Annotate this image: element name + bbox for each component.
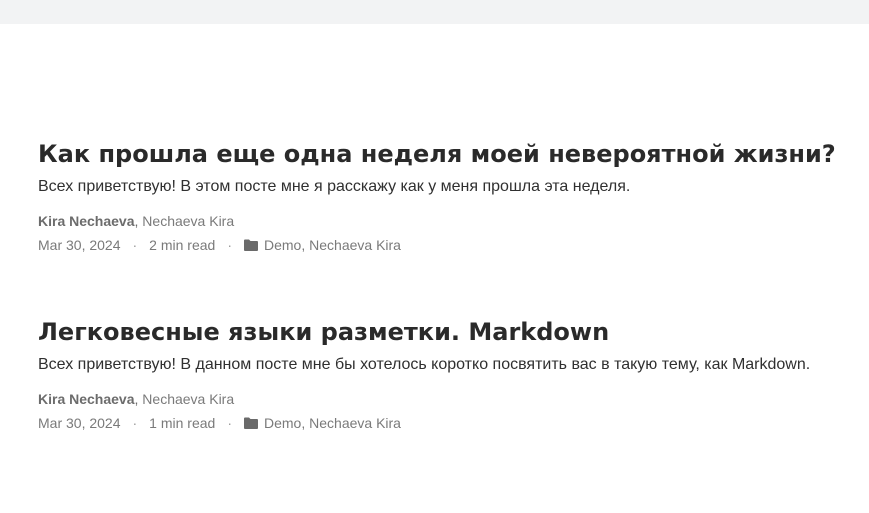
category-link[interactable]: Demo	[264, 235, 301, 255]
meta-separator: ·	[227, 237, 232, 253]
post-card: Как прошла еще одна неделя моей невероят…	[38, 138, 848, 255]
post-excerpt: Всех приветствую! В данном посте мне бы …	[38, 356, 811, 373]
post-meta: Mar 30, 2024 · 1 min read · Demo, Nechae…	[38, 413, 848, 433]
meta-separator: ·	[132, 415, 138, 431]
post-card: Легковесные языки разметки. Markdown Все…	[38, 316, 848, 433]
author-link[interactable]: Kira Nechaeva	[38, 391, 135, 407]
post-excerpt: Всех приветствую! В этом посте мне я рас…	[38, 178, 631, 195]
author-link[interactable]: Nechaeva Kira	[142, 213, 234, 229]
read-time: 2 min read	[149, 237, 216, 253]
meta-separator: ·	[227, 415, 232, 431]
category-separator: ,	[301, 415, 306, 431]
author-separator: ,	[134, 391, 139, 407]
post-meta: Mar 30, 2024 · 2 min read · Demo, Nechae…	[38, 235, 848, 255]
category-link[interactable]: Nechaeva Kira	[309, 235, 401, 255]
author-link[interactable]: Kira Nechaeva	[38, 213, 135, 229]
post-title-link[interactable]: Легковесные языки разметки. Markdown	[38, 316, 848, 348]
post-authors: Kira Nechaeva, Nechaeva Kira	[38, 211, 848, 231]
category-link[interactable]: Nechaeva Kira	[309, 413, 401, 433]
folder-icon	[244, 417, 258, 429]
author-link[interactable]: Nechaeva Kira	[142, 391, 234, 407]
post-date: Mar 30, 2024	[38, 237, 121, 253]
author-separator: ,	[134, 213, 139, 229]
post-date: Mar 30, 2024	[38, 415, 121, 431]
post-authors: Kira Nechaeva, Nechaeva Kira	[38, 389, 848, 409]
folder-icon	[244, 239, 258, 251]
read-time: 1 min read	[149, 415, 216, 431]
category-separator: ,	[301, 237, 306, 253]
post-title-link[interactable]: Как прошла еще одна неделя моей невероят…	[38, 138, 848, 170]
top-bar	[0, 0, 869, 24]
meta-separator: ·	[132, 237, 138, 253]
category-link[interactable]: Demo	[264, 413, 301, 433]
